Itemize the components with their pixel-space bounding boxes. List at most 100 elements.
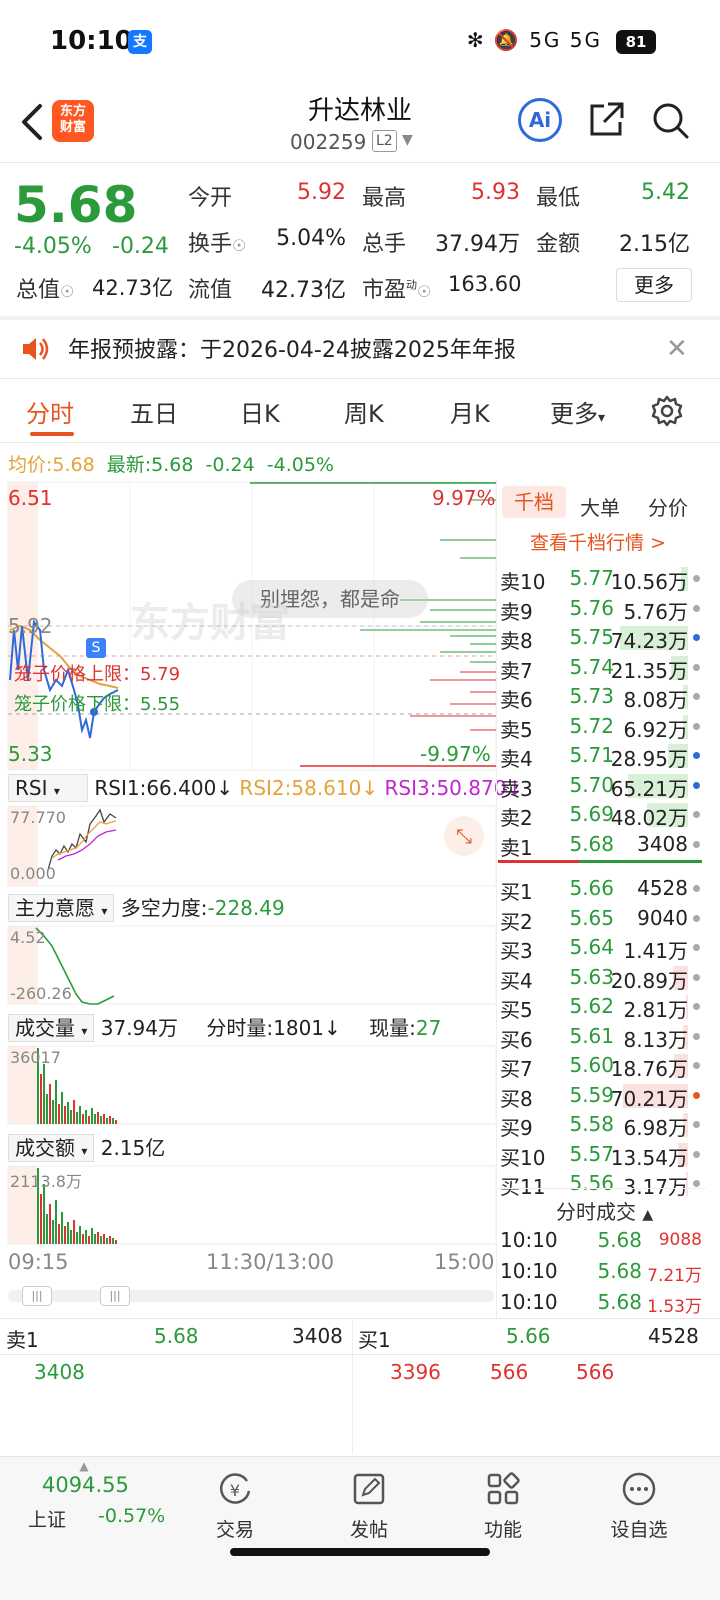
notice-banner[interactable]: 年报预披露：于2026-04-24披露2025年年报 ✕ bbox=[0, 320, 720, 376]
bid-row[interactable]: 买11 5.56 3.17万 bbox=[498, 1169, 702, 1199]
bottom-nav: ▲ 4094.55 上证 -0.57% ¥ 交易 发帖 功能 设自选 bbox=[0, 1456, 720, 1600]
nav-functions[interactable]: 功能 bbox=[458, 1471, 548, 1542]
rsi-chart[interactable] bbox=[0, 804, 498, 888]
rsi-indicator-select[interactable]: RSI ▾ bbox=[8, 774, 88, 802]
open-label: 今开 bbox=[188, 186, 233, 211]
level-price: 5.63 bbox=[569, 964, 614, 989]
nav-trade[interactable]: ¥ 交易 bbox=[190, 1471, 280, 1542]
turnover-value: 5.04% bbox=[276, 226, 346, 251]
index-name[interactable]: 上证 bbox=[28, 1505, 66, 1532]
tab-more[interactable]: 更多▾ bbox=[550, 394, 605, 429]
ask-row[interactable]: 卖3 5.70 65.21万 bbox=[498, 771, 702, 801]
trade-row: 10:10 5.68 7.21万 bbox=[498, 1257, 704, 1287]
nav-post[interactable]: 发帖 bbox=[324, 1471, 414, 1542]
ask-row[interactable]: 卖5 5.72 6.92万 bbox=[498, 712, 702, 742]
speaker-icon bbox=[23, 338, 49, 360]
float-cap-value: 42.73亿 bbox=[261, 278, 346, 303]
change-percent: -4.05% bbox=[14, 234, 92, 259]
range-handle-left[interactable]: ||| bbox=[22, 1286, 52, 1306]
more-button[interactable]: 更多 bbox=[616, 268, 692, 302]
bid-row[interactable]: 买1 5.66 4528 bbox=[498, 874, 702, 904]
level-price: 5.56 bbox=[569, 1171, 614, 1195]
volume-select[interactable]: 成交量 ▾ bbox=[8, 1014, 95, 1042]
chart-scroll-track[interactable] bbox=[8, 1290, 494, 1302]
level-price: 5.68 bbox=[569, 831, 614, 856]
level-price: 5.72 bbox=[569, 713, 614, 738]
nav-add-watchlist[interactable]: 设自选 bbox=[594, 1471, 684, 1542]
ask-row[interactable]: 卖10 5.77 10.56万 bbox=[498, 564, 702, 594]
time-sales-title[interactable]: 分时成交 ▲ bbox=[556, 1196, 653, 1225]
status-dot bbox=[693, 663, 700, 671]
tab-large-orders[interactable]: 大单 bbox=[580, 492, 620, 521]
close-icon[interactable]: ✕ bbox=[666, 334, 688, 364]
ask-row[interactable]: 卖6 5.73 8.08万 bbox=[498, 682, 702, 712]
tab-five-day[interactable]: 五日 bbox=[130, 394, 178, 429]
ask-row[interactable]: 卖1 5.68 3408 bbox=[498, 830, 702, 860]
tab-daily-k[interactable]: 日K bbox=[240, 394, 280, 429]
level2-badge[interactable]: L2 bbox=[372, 130, 397, 152]
bid-row[interactable]: 买9 5.58 6.98万 bbox=[498, 1110, 702, 1140]
index-change[interactable]: -0.57% bbox=[98, 1505, 165, 1527]
gear-icon[interactable] bbox=[650, 394, 684, 428]
level-price: 5.65 bbox=[569, 905, 614, 930]
ask-row[interactable]: 卖8 5.75 74.23万 bbox=[498, 623, 702, 653]
share-icon[interactable] bbox=[586, 100, 626, 140]
status-dot bbox=[693, 722, 700, 730]
tab-price-dist[interactable]: 分价 bbox=[648, 492, 688, 521]
level-price: 5.62 bbox=[569, 994, 614, 1018]
bid-row[interactable]: 买4 5.63 20.89万 bbox=[498, 963, 702, 993]
level-volume: 18.76万 bbox=[610, 1057, 688, 1081]
search-icon[interactable] bbox=[650, 100, 690, 140]
pct-axis-bottom: -9.97% bbox=[420, 742, 491, 766]
ai-assistant-icon[interactable]: Ai bbox=[518, 98, 562, 142]
tab-intraday[interactable]: 分时 bbox=[26, 394, 74, 429]
level-label: 买2 bbox=[500, 909, 533, 934]
level-price: 5.70 bbox=[569, 772, 614, 797]
level-label: 买3 bbox=[500, 939, 533, 963]
main-force-chart[interactable] bbox=[0, 924, 498, 1006]
expand-icon[interactable]: ⤡ bbox=[444, 816, 484, 856]
stock-header: 东方 财富 升达林业 002259 L2 ▼ Ai bbox=[0, 84, 720, 164]
stock-code: 002259 bbox=[290, 130, 367, 154]
chevron-down-icon[interactable]: ▼ bbox=[402, 132, 413, 148]
trade-row: 10:10 5.68 9088 bbox=[498, 1226, 704, 1256]
range-handle-right[interactable]: ||| bbox=[100, 1286, 130, 1306]
status-dot bbox=[693, 1062, 700, 1069]
more-dots-icon bbox=[622, 1472, 656, 1506]
main-force-select[interactable]: 主力意愿 ▾ bbox=[8, 894, 115, 922]
bid-row[interactable]: 买8 5.59 70.21万 bbox=[498, 1081, 702, 1111]
notice-text: 年报预披露：于2026-04-24披露2025年年报 bbox=[68, 338, 516, 363]
bid-row[interactable]: 买2 5.65 9040 bbox=[498, 904, 702, 934]
turnover-label[interactable]: 换手☉ bbox=[188, 226, 246, 258]
ask-row[interactable]: 卖2 5.69 48.02万 bbox=[498, 800, 702, 830]
pe-label[interactable]: 市盈动☉ bbox=[362, 272, 431, 304]
level-label: 卖9 bbox=[500, 599, 533, 624]
level-label: 买8 bbox=[500, 1086, 533, 1111]
bid-row[interactable]: 买5 5.62 2.81万 bbox=[498, 992, 702, 1022]
status-dot bbox=[693, 973, 700, 981]
ask-row[interactable]: 卖4 5.71 28.95万 bbox=[498, 741, 702, 771]
index-value[interactable]: 4094.55 bbox=[42, 1473, 129, 1497]
trade-price: 5.68 bbox=[597, 1290, 642, 1314]
pct-axis-top: 9.97% bbox=[432, 486, 496, 510]
ask-row[interactable]: 卖9 5.76 5.76万 bbox=[498, 594, 702, 624]
tab-depth[interactable]: 千档 bbox=[502, 486, 566, 518]
sell-signal-marker[interactable]: S bbox=[86, 638, 106, 658]
bid-row[interactable]: 买6 5.61 8.13万 bbox=[498, 1022, 702, 1052]
level-price: 5.58 bbox=[569, 1112, 614, 1136]
grid-icon bbox=[487, 1472, 520, 1505]
trade-icon: ¥ bbox=[220, 1473, 251, 1504]
depth-quotes-link[interactable]: 查看千档行情 > bbox=[530, 528, 666, 555]
level-label: 买5 bbox=[500, 998, 533, 1022]
tab-monthly-k[interactable]: 月K bbox=[450, 394, 490, 429]
bid-row[interactable]: 买10 5.57 13.54万 bbox=[498, 1140, 702, 1170]
ask-row[interactable]: 卖7 5.74 21.35万 bbox=[498, 653, 702, 683]
bid-row[interactable]: 买7 5.60 18.76万 bbox=[498, 1051, 702, 1081]
level-volume: 74.23万 bbox=[610, 629, 688, 653]
volume-chart[interactable] bbox=[0, 1044, 498, 1126]
market-cap-label[interactable]: 总值☉ bbox=[16, 272, 74, 304]
bid-row[interactable]: 买3 5.64 1.41万 bbox=[498, 933, 702, 963]
trade-time: 10:10 bbox=[500, 1290, 558, 1314]
amount-select[interactable]: 成交额 ▾ bbox=[8, 1134, 95, 1162]
tab-weekly-k[interactable]: 周K bbox=[344, 394, 384, 429]
